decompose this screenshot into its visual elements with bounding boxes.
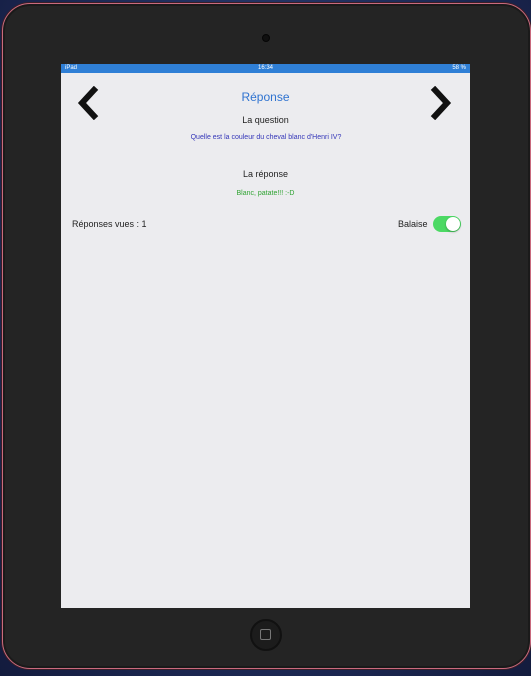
status-battery: 58 % [452, 65, 466, 71]
answer-label: La réponse [242, 169, 289, 179]
answers-seen-count: Réponses vues : 1 [72, 219, 147, 229]
ipad-frame: iPad 16:34 58 % Réponse La question Quel… [2, 3, 531, 669]
question-text: Quelle est la couleur du cheval blanc d'… [190, 134, 342, 141]
balaise-toggle[interactable] [433, 216, 461, 232]
balaise-label: Balaise [398, 219, 428, 229]
question-label: La question [242, 115, 289, 125]
app-screen: iPad 16:34 58 % Réponse La question Quel… [61, 64, 470, 608]
answer-text: Blanc, patate!!! :-D [236, 190, 295, 197]
page-title: Réponse [241, 90, 290, 104]
status-time: 16:34 [257, 65, 273, 71]
home-button[interactable] [250, 619, 282, 651]
status-bar: iPad 16:34 58 % [61, 64, 470, 73]
home-icon [260, 629, 271, 640]
camera-icon [262, 34, 270, 42]
toggle-knob [446, 217, 460, 231]
